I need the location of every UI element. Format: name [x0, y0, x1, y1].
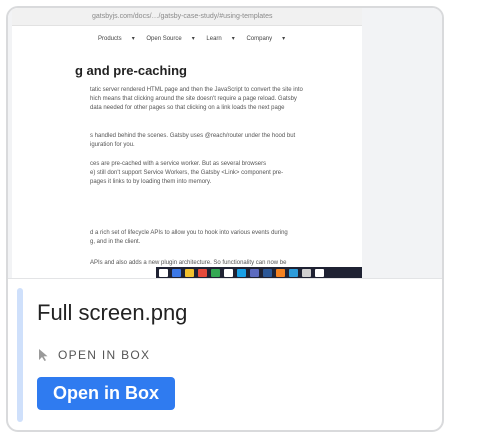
taskbar-app-icon: [237, 269, 246, 277]
nav-item-company: Company: [246, 36, 273, 42]
article-paragraph: tatic server rendered HTML page and then…: [90, 87, 303, 111]
taskbar-app-icon: [224, 269, 233, 277]
address-bar: gatsbyjs.com/docs/…/gatsby-case-study/#u…: [12, 8, 362, 26]
file-preview[interactable]: gatsbyjs.com/docs/…/gatsby-case-study/#u…: [8, 8, 442, 279]
open-in-box-link-label: OPEN IN BOX: [58, 348, 151, 362]
taskbar-app-icon: [263, 269, 272, 277]
nav-item-open-source: Open Source: [146, 36, 182, 42]
taskbar-app-icon: [315, 269, 324, 277]
open-in-box-button[interactable]: Open in Box: [37, 377, 175, 410]
taskbar-app-icon: [289, 269, 298, 277]
article-heading: g and pre-caching: [75, 63, 187, 78]
taskbar-chrome-icon: [198, 269, 207, 277]
taskbar-search-icon: [159, 269, 168, 277]
article-paragraph: ces are pre-cached with a service worker…: [90, 161, 284, 185]
site-nav: Products ▾ Open Source ▾ Learn ▾ Company ▾: [98, 36, 286, 42]
taskbar-app-icon: [302, 269, 311, 277]
article-paragraph: d a rich set of lifecycle APIs to allow …: [90, 230, 288, 245]
card-accent-bar: [17, 288, 23, 422]
screenshot-thumbnail: gatsbyjs.com/docs/…/gatsby-case-study/#u…: [12, 8, 362, 278]
taskbar-app-icon: [250, 269, 259, 277]
file-card[interactable]: gatsbyjs.com/docs/…/gatsby-case-study/#u…: [6, 6, 444, 432]
taskbar-app-icon: [211, 269, 220, 277]
nav-item-learn: Learn: [206, 36, 222, 42]
open-in-box-link[interactable]: OPEN IN BOX: [38, 348, 150, 362]
taskbar: [156, 267, 362, 278]
taskbar-app-icon: [172, 269, 181, 277]
file-name: Full screen.png: [37, 300, 188, 325]
taskbar-folder-icon: [185, 269, 194, 277]
taskbar-app-icon: [276, 269, 285, 277]
nav-item-products: Products: [98, 36, 122, 42]
article-paragraph: s handled behind the scenes. Gatsby uses…: [90, 133, 296, 148]
cursor-icon: [39, 349, 48, 361]
